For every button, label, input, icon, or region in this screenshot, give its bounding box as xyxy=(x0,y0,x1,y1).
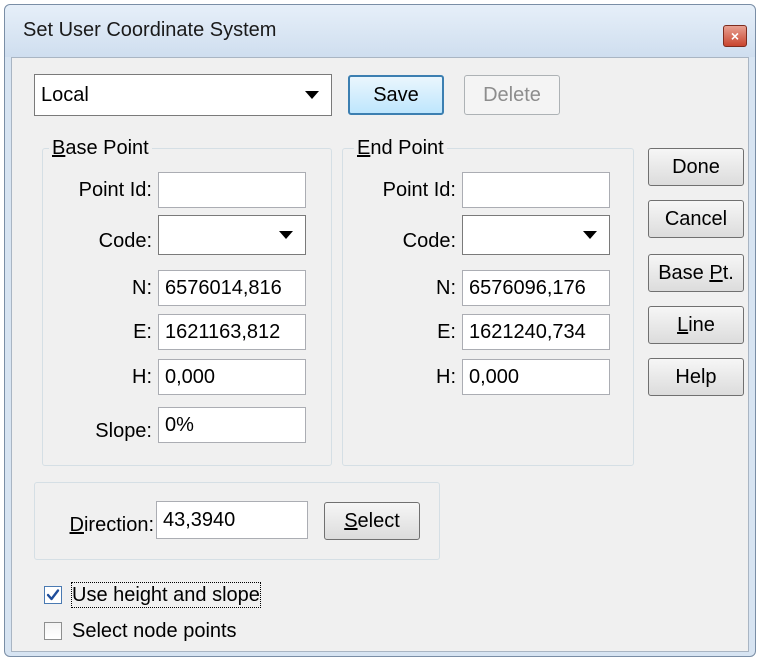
chevron-down-icon xyxy=(305,91,319,99)
end-e-input[interactable]: 1621240,734 xyxy=(462,314,610,350)
window-title: Set User Coordinate System xyxy=(23,19,277,41)
base-point-id-input[interactable] xyxy=(158,172,306,208)
base-code-label: Code: xyxy=(98,230,152,252)
line-button[interactable]: Line xyxy=(648,306,744,344)
coordinate-system-value: Local xyxy=(41,83,89,106)
base-n-label: N: xyxy=(132,277,152,299)
chevron-down-icon xyxy=(583,231,597,239)
help-button-label: Help xyxy=(675,365,717,388)
base-pt-button-label: Base Pt. xyxy=(658,261,734,284)
end-code-dropdown[interactable] xyxy=(462,215,610,255)
use-height-and-slope-label[interactable]: Use height and slope xyxy=(71,582,261,608)
end-point-id-input[interactable] xyxy=(462,172,610,208)
line-button-label: Line xyxy=(677,313,715,336)
select-node-points-checkbox[interactable] xyxy=(44,622,62,640)
close-button[interactable]: × xyxy=(723,25,747,47)
chevron-down-icon xyxy=(279,231,293,239)
end-h-label: H: xyxy=(436,366,456,388)
dialog-client-area: Local Save Delete Base Point Point Id: C… xyxy=(11,57,749,652)
use-height-and-slope-checkbox[interactable] xyxy=(44,586,62,604)
save-button[interactable]: Save xyxy=(348,75,444,115)
done-button[interactable]: Done xyxy=(648,148,744,186)
cancel-button-label: Cancel xyxy=(664,207,728,230)
select-button-label: Select xyxy=(344,509,400,532)
base-pt-button[interactable]: Base Pt. xyxy=(648,254,744,292)
direction-label: Direction: xyxy=(69,514,154,536)
end-n-input[interactable]: 6576096,176 xyxy=(462,270,610,306)
direction-input[interactable]: 43,3940 xyxy=(156,501,308,539)
select-direction-button[interactable]: Select xyxy=(324,502,420,540)
base-e-input[interactable]: 1621163,812 xyxy=(158,314,306,350)
base-code-dropdown[interactable] xyxy=(158,215,306,255)
end-code-label: Code: xyxy=(402,230,456,252)
base-n-input[interactable]: 6576014,816 xyxy=(158,270,306,306)
title-bar[interactable]: Set User Coordinate System × xyxy=(5,5,755,57)
base-h-input[interactable]: 0,000 xyxy=(158,359,306,395)
end-n-label: N: xyxy=(436,277,456,299)
base-point-id-label: Point Id: xyxy=(78,179,152,201)
end-h-input[interactable]: 0,000 xyxy=(462,359,610,395)
close-icon: × xyxy=(730,28,740,44)
coordinate-system-dropdown[interactable]: Local xyxy=(34,74,332,116)
base-slope-label: Slope: xyxy=(95,420,152,442)
base-e-label: E: xyxy=(133,321,152,343)
end-e-label: E: xyxy=(437,321,456,343)
base-point-group-label: Base Point xyxy=(49,137,152,159)
delete-button-label: Delete xyxy=(483,83,541,106)
checkmark-icon xyxy=(46,589,60,601)
base-slope-input[interactable]: 0% xyxy=(158,407,306,443)
dialog-window: Set User Coordinate System × Local Save … xyxy=(4,4,756,657)
done-button-label: Done xyxy=(672,155,720,178)
base-h-label: H: xyxy=(132,366,152,388)
end-point-group-label: End Point xyxy=(354,137,447,159)
help-button[interactable]: Help xyxy=(648,358,744,396)
cancel-button[interactable]: Cancel xyxy=(648,200,744,238)
select-node-points-label[interactable]: Select node points xyxy=(72,619,237,643)
save-button-label: Save xyxy=(373,83,419,106)
end-point-id-label: Point Id: xyxy=(382,179,456,201)
delete-button[interactable]: Delete xyxy=(464,75,560,115)
